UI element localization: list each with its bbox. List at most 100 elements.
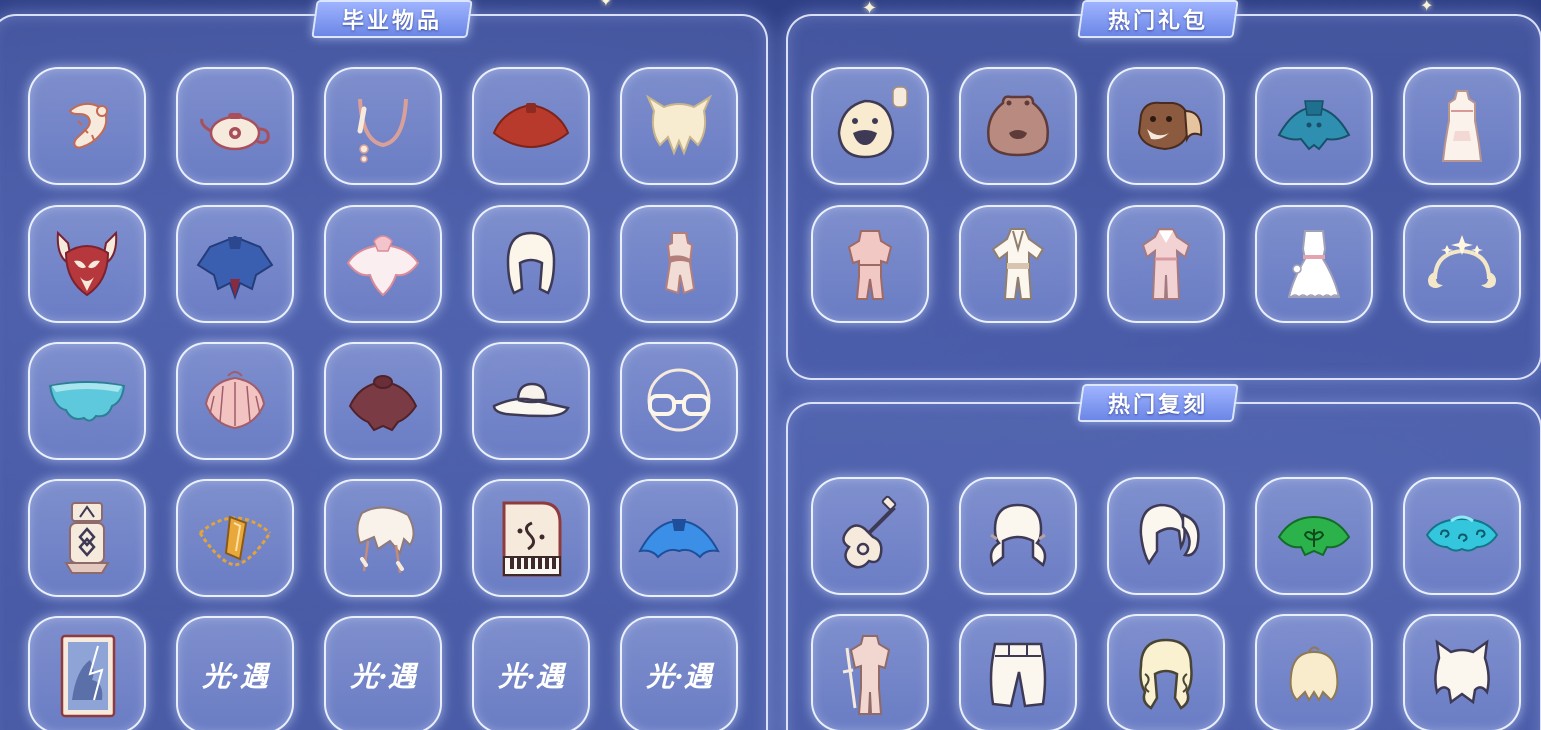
- graduation-item-slot[interactable]: [620, 67, 738, 185]
- frog-hat-icon: [987, 95, 1049, 157]
- white-lace-dress-icon: [1287, 230, 1341, 299]
- graduation-item-slot[interactable]: [176, 342, 294, 460]
- ponytail-hair-icon: [1139, 503, 1200, 566]
- rerun-item-slot[interactable]: [1403, 614, 1521, 730]
- graduation-item-slot[interactable]: [472, 479, 590, 597]
- rerun-item-slot[interactable]: [959, 614, 1077, 730]
- graduation-item-slot[interactable]: [28, 205, 146, 323]
- rerun-item-slot[interactable]: [959, 477, 1077, 595]
- graduation-item-slot[interactable]: [28, 342, 146, 460]
- squirrel-hat-icon: [1137, 101, 1203, 151]
- white-robe-icon: [991, 228, 1045, 300]
- graduation-item-slot[interactable]: [472, 205, 590, 323]
- gift-item-slot[interactable]: [959, 205, 1077, 323]
- moon-star-headband-icon: [1428, 235, 1496, 288]
- pink-shell-cape-icon: [204, 371, 266, 430]
- graduation-item-slot[interactable]: [28, 67, 146, 185]
- graduation-item-slot[interactable]: [620, 205, 738, 323]
- graduation-item-slot[interactable]: [176, 67, 294, 185]
- game-logo-icon: 光·遇: [497, 660, 567, 693]
- cat-ear-hair-icon: [1434, 639, 1490, 705]
- graduation-item-slot[interactable]: 光·遇: [620, 616, 738, 730]
- pink-flower-cape-icon: [346, 235, 420, 297]
- white-pants-icon: [989, 642, 1047, 708]
- short-blonde-hair-icon: [1289, 646, 1339, 703]
- horned-owl-mask-icon: [56, 230, 118, 297]
- star-sparkle-icon: ✦: [600, 0, 612, 10]
- gift-item-slot[interactable]: [1255, 205, 1373, 323]
- game-logo-icon: 光·遇: [349, 660, 419, 693]
- tab-graduation-items[interactable]: 毕业物品: [311, 0, 473, 38]
- graduation-item-slot[interactable]: [324, 205, 442, 323]
- green-leaf-cape-icon: [1277, 515, 1351, 557]
- cyan-cloud-cape-icon: [48, 381, 126, 422]
- game-logo-icon: 光·遇: [201, 660, 271, 693]
- pink-robe-icon: [1141, 228, 1191, 300]
- rerun-item-slot[interactable]: [1255, 477, 1373, 595]
- piano-icon: [502, 501, 562, 577]
- blue-cape-icon: [196, 235, 274, 300]
- twin-tails-hair-icon: [989, 503, 1047, 568]
- rerun-item-slot[interactable]: [811, 614, 929, 730]
- game-logo-text: 光·遇: [497, 660, 567, 693]
- graduation-item-slot[interactable]: 光·遇: [176, 616, 294, 730]
- pink-outfit-icon: [847, 230, 893, 300]
- long-hair-icon: [506, 231, 556, 295]
- blonde-horned-hair-icon: [645, 94, 713, 156]
- game-logo-text: 光·遇: [201, 660, 271, 693]
- graduation-item-slot[interactable]: [176, 479, 294, 597]
- rerun-item-slot[interactable]: [1255, 614, 1373, 730]
- red-cape-icon: [492, 103, 570, 149]
- graduation-item-slot[interactable]: [472, 67, 590, 185]
- graduation-item-slot[interactable]: [620, 342, 738, 460]
- graduation-item-slot[interactable]: [324, 67, 442, 185]
- teapot-icon: [200, 113, 270, 151]
- graduation-item-slot[interactable]: [324, 479, 442, 597]
- maroon-cape-icon: [348, 375, 418, 432]
- feathered-hair-icon: [356, 506, 415, 574]
- altar-prop-icon: [64, 502, 110, 574]
- ferret-accessory-icon: [68, 102, 108, 149]
- gift-item-slot[interactable]: [1107, 67, 1225, 185]
- gift-item-slot[interactable]: [811, 205, 929, 323]
- gift-item-slot[interactable]: [811, 67, 929, 185]
- graduation-item-slot[interactable]: [28, 479, 146, 597]
- rerun-item-slot[interactable]: [1403, 477, 1521, 595]
- gift-item-slot[interactable]: [1403, 205, 1521, 323]
- white-dress-icon: [1441, 90, 1483, 162]
- white-hat-icon: [492, 382, 570, 418]
- graduation-item-slot[interactable]: [620, 479, 738, 597]
- rerun-item-slot[interactable]: [811, 477, 929, 595]
- gift-item-slot[interactable]: [1403, 67, 1521, 185]
- gift-item-slot[interactable]: [1107, 205, 1225, 323]
- curly-hair-icon: [1139, 638, 1193, 710]
- rerun-item-slot[interactable]: [1107, 614, 1225, 730]
- graduation-item-slot[interactable]: [28, 616, 146, 730]
- graduation-item-slot[interactable]: [324, 342, 442, 460]
- swordsman-outfit-icon: [842, 635, 891, 715]
- tab-popular-gift-packs[interactable]: 热门礼包: [1077, 0, 1239, 38]
- guitar-icon: [842, 495, 897, 569]
- game-logo-text: 光·遇: [349, 660, 419, 693]
- gift-item-slot[interactable]: [959, 67, 1077, 185]
- tab-popular-reruns[interactable]: 热门复刻: [1077, 384, 1239, 422]
- glasses-icon: [647, 368, 711, 432]
- star-sparkle-icon: ✦: [1420, 0, 1434, 15]
- blue-wing-cape-icon: [638, 519, 720, 559]
- graduation-item-slot[interactable]: [472, 342, 590, 460]
- teal-cape-icon: [1277, 100, 1351, 151]
- pink-outfit-icon: [664, 232, 696, 295]
- necklace-icon: [357, 98, 408, 163]
- tab-graduation-items-label: 毕业物品: [342, 9, 443, 34]
- duck-hat-icon: [837, 86, 908, 159]
- cyan-swirl-cape-icon: [1425, 515, 1499, 552]
- graduation-item-slot[interactable]: 光·遇: [324, 616, 442, 730]
- gift-item-slot[interactable]: [1255, 67, 1373, 185]
- golden-crystal-pendant-icon: [198, 515, 272, 567]
- card-art-icon: [60, 634, 116, 718]
- rerun-item-slot[interactable]: [1107, 477, 1225, 595]
- tab-popular-gift-packs-label: 热门礼包: [1108, 9, 1209, 34]
- tab-popular-reruns-label: 热门复刻: [1108, 393, 1209, 418]
- graduation-item-slot[interactable]: 光·遇: [472, 616, 590, 730]
- graduation-item-slot[interactable]: [176, 205, 294, 323]
